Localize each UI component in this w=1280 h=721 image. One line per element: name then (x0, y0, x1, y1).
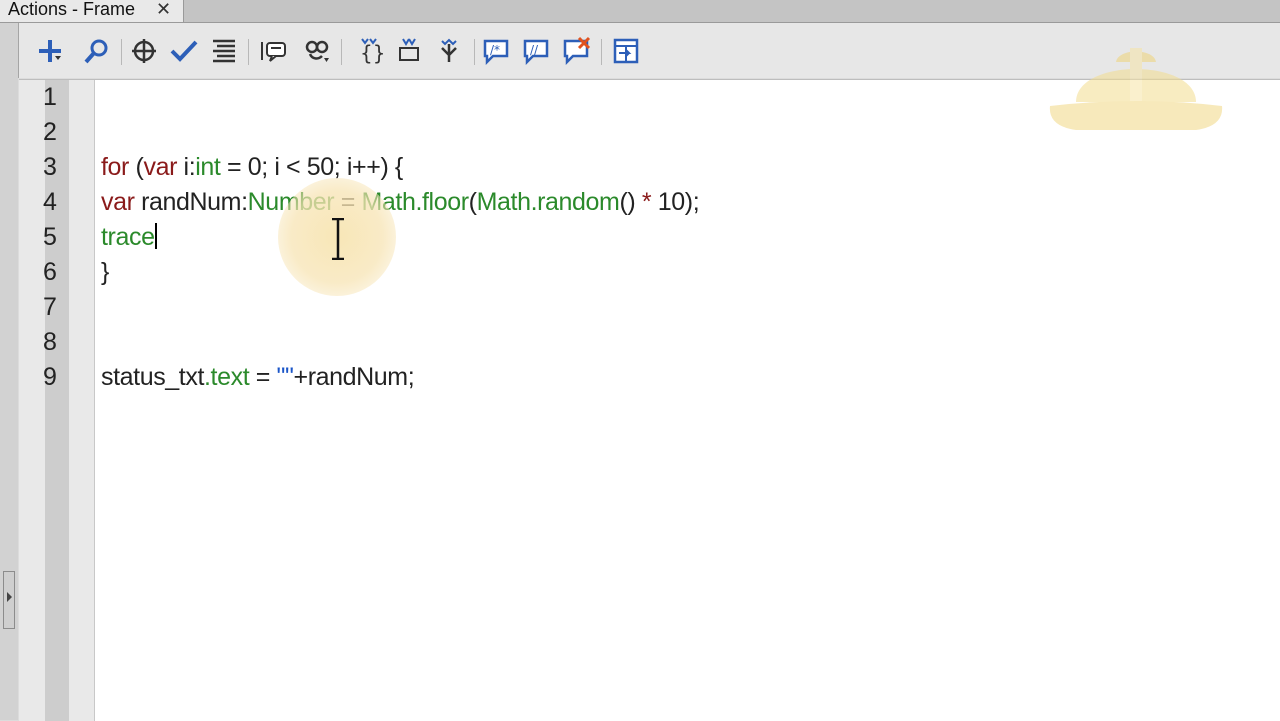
type-int: int (195, 153, 221, 181)
apply-line-comment-icon[interactable]: // (521, 36, 551, 66)
expand-arrow-icon (7, 592, 12, 602)
apply-block-comment-icon[interactable]: /* (481, 36, 511, 66)
code-line-6[interactable]: } (101, 258, 109, 287)
code-text: randNum: (134, 188, 248, 216)
toolbar-separator (248, 39, 249, 65)
target-path-icon[interactable] (129, 36, 159, 66)
panel-tab-bar: Actions - Frame ✕ (0, 0, 1280, 23)
show-hide-toolbox-icon[interactable] (611, 36, 641, 66)
code-text: ( (128, 153, 144, 181)
auto-format-icon[interactable] (209, 36, 239, 66)
collapse-handle[interactable] (3, 571, 15, 629)
script-editor[interactable]: 1 2 3 4 5 6 7 8 9 for (var i:int = 0; i … (19, 79, 1280, 721)
svg-text:{}: {} (360, 41, 384, 65)
check-syntax-icon[interactable] (169, 36, 199, 66)
string-literal: "" (276, 363, 294, 391)
line-number: 1 (43, 83, 57, 111)
left-collapse-rail (0, 23, 18, 720)
code-line-4[interactable]: var randNum:Number = Math.floor(Math.ran… (101, 188, 700, 217)
toolbar-separator (474, 39, 475, 65)
code-text: ( (468, 188, 477, 216)
collapse-selection-icon[interactable] (394, 36, 424, 66)
line-number: 9 (43, 363, 57, 391)
line-number: 8 (43, 328, 57, 356)
code-text: status_txt (101, 363, 204, 391)
property-text: .text (204, 363, 250, 391)
toolbar-separator (121, 39, 122, 65)
code-text: = 0; i < 50; i++) { (220, 153, 403, 181)
svg-text://: // (530, 43, 539, 57)
remove-comment-icon[interactable] (561, 36, 591, 66)
code-text: () (619, 188, 642, 216)
code-hint-icon[interactable] (259, 36, 289, 66)
collapse-between-braces-icon[interactable]: {} (354, 36, 384, 66)
code-text: i: (177, 153, 196, 181)
line-number: 4 (43, 188, 57, 216)
text-caret (154, 223, 157, 249)
line-number: 5 (43, 223, 57, 251)
expand-all-icon[interactable] (434, 36, 464, 66)
svg-text:/*: /* (490, 43, 500, 57)
line-number: 7 (43, 293, 57, 321)
tab-title: Actions - Frame (8, 0, 136, 19)
line-number: 3 (43, 153, 57, 181)
toolbar-separator (341, 39, 342, 65)
operator-multiply: * (641, 188, 652, 216)
method-math-random: Math.random (476, 188, 620, 216)
ibeam-cursor-icon (332, 218, 344, 260)
code-text: 10); (651, 188, 700, 216)
code-text: = (249, 363, 277, 391)
close-icon[interactable]: ✕ (156, 0, 171, 20)
toolbar-separator (601, 39, 602, 65)
line-number-gutter: 1 2 3 4 5 6 7 8 9 (19, 80, 95, 721)
closing-brace: } (101, 258, 109, 286)
line-number: 2 (43, 118, 57, 146)
code-line-3[interactable]: for (var i:int = 0; i < 50; i++) { (101, 153, 403, 182)
line-number: 6 (43, 258, 57, 286)
debug-options-icon[interactable] (302, 36, 332, 66)
keyword-for: for (101, 153, 129, 181)
code-line-9[interactable]: status_txt.text = ""+randNum; (101, 363, 415, 392)
function-trace: trace (101, 223, 155, 251)
tab-actions-frame[interactable]: Actions - Frame ✕ (0, 0, 184, 22)
keyword-var: var (143, 153, 177, 181)
code-line-5[interactable]: trace (101, 223, 157, 252)
find-icon[interactable] (82, 36, 112, 66)
code-text: +randNum; (293, 363, 415, 391)
add-statement-icon[interactable] (35, 36, 65, 66)
hard-hat-watermark-icon (1049, 48, 1223, 130)
keyword-var: var (101, 188, 135, 216)
